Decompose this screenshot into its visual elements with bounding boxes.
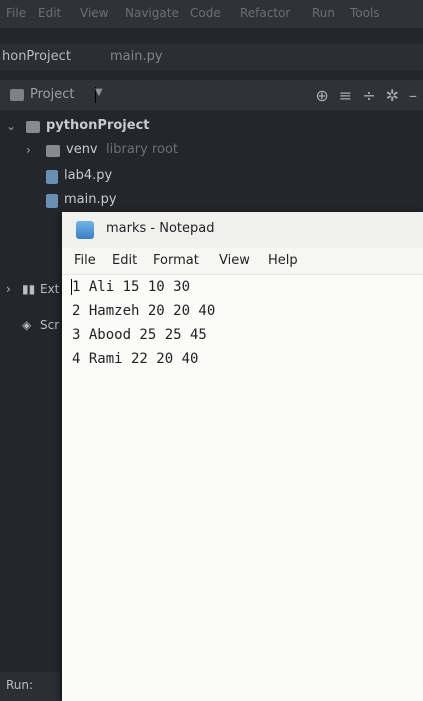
locate-icon[interactable]: ⊕ [315, 86, 328, 105]
chevron-down-icon[interactable]: ⌄ [6, 119, 16, 133]
menu-file[interactable]: File [6, 6, 26, 20]
notepad-menu-file[interactable]: File [74, 253, 96, 268]
chevron-right-icon[interactable]: › [6, 282, 11, 296]
minimize-icon[interactable]: – [409, 86, 417, 105]
expand-all-icon[interactable]: ÷ [362, 86, 375, 105]
tree-row-external[interactable]: › ▮▮ Ext [0, 280, 60, 300]
left-tree-continuation: › ▮▮ Ext ◈ Scr [0, 250, 60, 680]
project-toolbar: ⊕ ≡ ÷ ✲ – [315, 80, 417, 110]
text-line-4: 4 Rami 22 20 40 [72, 351, 199, 367]
menu-refactor[interactable]: Refactor [240, 6, 290, 20]
project-panel-label[interactable]: Project [30, 87, 74, 102]
tree-file-lab4[interactable]: lab4.py [64, 168, 112, 183]
notepad-menu-help[interactable]: Help [268, 253, 298, 268]
tree-venv-label[interactable]: venv [66, 142, 98, 157]
ide-menubar: File Edit View Navigate Code Refactor Ru… [0, 0, 423, 28]
python-file-icon [46, 194, 58, 208]
chevron-down-icon[interactable]: ▼ [95, 87, 103, 103]
library-icon: ▮▮ [22, 282, 36, 296]
notepad-menu-edit[interactable]: Edit [112, 253, 137, 268]
tree-row-lab4[interactable]: lab4.py [0, 166, 423, 188]
menu-edit[interactable]: Edit [38, 6, 61, 20]
tree-root-label[interactable]: pythonProject [46, 118, 150, 133]
folder-icon [46, 145, 60, 157]
notepad-menubar: File Edit Format View Help [62, 248, 423, 274]
menu-code[interactable]: Code [190, 6, 221, 20]
notepad-window: marks - Notepad File Edit Format View He… [62, 212, 423, 701]
tree-row-main[interactable]: main.py [0, 190, 423, 212]
python-file-icon [46, 170, 58, 184]
tree-venv-hint: library root [106, 142, 179, 157]
project-icon [10, 89, 24, 101]
text-line-2: 2 Hamzeh 20 20 40 [72, 303, 216, 319]
menu-view[interactable]: View [80, 6, 108, 20]
notepad-icon [76, 221, 94, 239]
run-label[interactable]: Run: [6, 678, 33, 692]
tree-external-label[interactable]: Ext [40, 282, 59, 296]
text-line-1: 1 Ali 15 10 30 [72, 279, 191, 295]
breadcrumb-file[interactable]: main.py [110, 49, 163, 64]
chevron-right-icon[interactable]: › [26, 143, 31, 157]
tree-row-root[interactable]: ⌄ pythonProject [0, 116, 423, 138]
menu-navigate[interactable]: Navigate [125, 6, 179, 20]
folder-icon [26, 121, 40, 133]
run-toolwindow-tab[interactable]: Run: [0, 672, 60, 700]
notepad-editor[interactable]: 1 Ali 15 10 30 2 Hamzeh 20 20 40 3 Abood… [62, 274, 423, 701]
text-line-3: 3 Abood 25 25 45 [72, 327, 207, 343]
window-title: marks - Notepad [106, 221, 215, 236]
gear-icon[interactable]: ✲ [386, 86, 399, 105]
breadcrumb: honProject main.py [0, 44, 423, 70]
tree-row-venv[interactable]: › venv library root [0, 140, 423, 162]
collapse-all-icon[interactable]: ≡ [339, 86, 352, 105]
scratches-icon: ◈ [22, 318, 32, 332]
tree-scratches-label[interactable]: Scr [40, 318, 59, 332]
menu-tools[interactable]: Tools [350, 6, 380, 20]
notepad-titlebar[interactable]: marks - Notepad [62, 212, 423, 249]
notepad-menu-view[interactable]: View [219, 253, 250, 268]
notepad-menu-format[interactable]: Format [153, 253, 199, 268]
tree-row-scratches[interactable]: ◈ Scr [0, 316, 60, 336]
menu-run[interactable]: Run [312, 6, 335, 20]
breadcrumb-project[interactable]: honProject [2, 49, 71, 64]
tree-file-main[interactable]: main.py [64, 192, 117, 207]
